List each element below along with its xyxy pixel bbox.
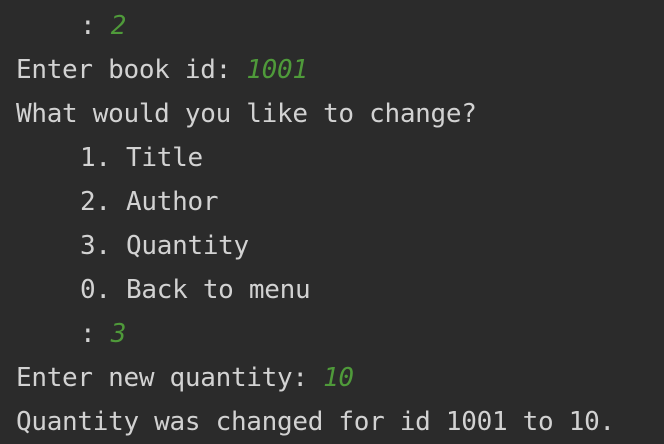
book-id-prompt: Enter book id: xyxy=(16,55,247,85)
change-choice-prompt-line: : 3 xyxy=(16,312,664,356)
change-question: What would you like to change? xyxy=(16,99,477,129)
option-quantity: 3. Quantity xyxy=(80,231,249,261)
option-back-to-menu: 0. Back to menu xyxy=(80,275,311,305)
option-author: 2. Author xyxy=(80,187,219,217)
result-message: Quantity was changed for id 1001 to 10. xyxy=(16,407,615,437)
quantity-prompt-line: Enter new quantity: 10 xyxy=(16,356,664,400)
user-input-book-id: 1001 xyxy=(246,55,308,85)
change-choice-prompt: : xyxy=(80,319,111,349)
menu-choice-prompt: : xyxy=(80,11,111,41)
option-title: 1. Title xyxy=(80,143,203,173)
book-id-prompt-line: Enter book id: 1001 xyxy=(16,48,664,92)
user-input-quantity: 10 xyxy=(323,363,354,393)
run-console-output[interactable]: : 2 Enter book id: 1001 What would you l… xyxy=(0,0,664,444)
user-input-change-choice: 3 xyxy=(110,319,127,349)
user-input-menu-choice: 2 xyxy=(110,11,127,41)
quantity-prompt: Enter new quantity: xyxy=(16,363,324,393)
menu-choice-prompt-line: : 2 xyxy=(16,4,664,48)
